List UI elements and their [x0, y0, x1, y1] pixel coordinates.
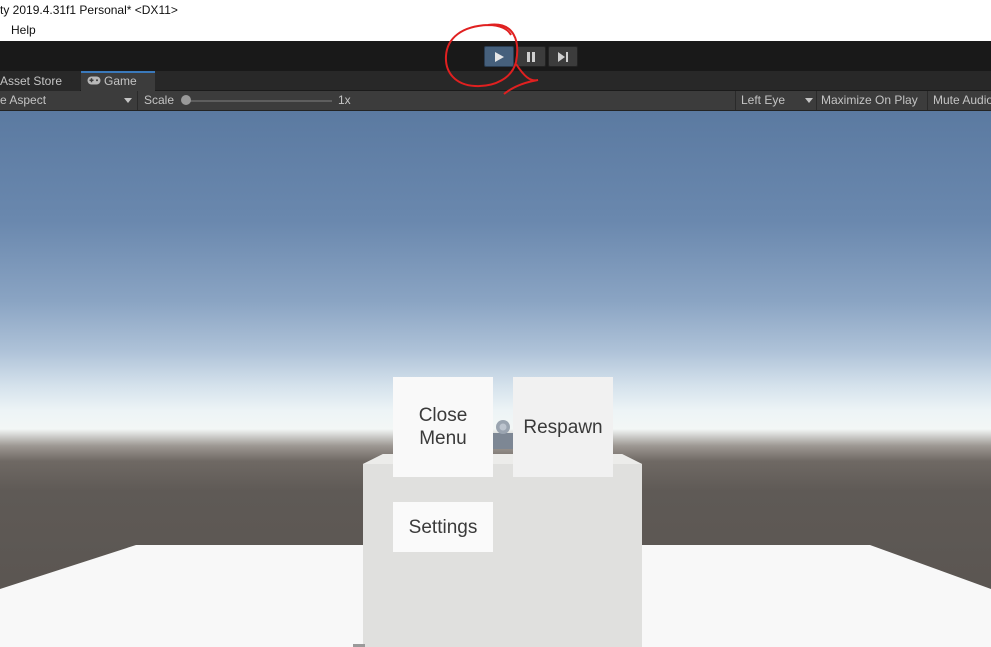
gamepad-icon	[87, 73, 101, 90]
close-menu-button[interactable]: Close Menu	[393, 377, 493, 477]
chevron-down-icon	[805, 98, 813, 103]
eye-value: Left Eye	[741, 93, 786, 107]
scene-geometry	[0, 420, 991, 647]
tab-asset-store[interactable]: Asset Store	[0, 71, 80, 91]
settings-label: Settings	[408, 516, 478, 538]
eye-dropdown[interactable]: Left Eye	[741, 91, 815, 110]
player-head-highlight	[499, 423, 507, 431]
divider	[816, 91, 817, 110]
scale-value: 1x	[338, 93, 351, 107]
title-bar: ty 2019.4.31f1 Personal* <DX11>	[0, 0, 991, 20]
divider	[735, 91, 736, 110]
annotation-circle	[444, 23, 539, 95]
scale-slider-handle[interactable]	[181, 95, 191, 105]
game-view[interactable]: Close Menu Respawn Settings	[0, 111, 991, 647]
chevron-down-icon	[124, 98, 132, 103]
scale-label: Scale	[144, 93, 175, 107]
scale-slider-track[interactable]	[186, 100, 332, 102]
menu-help[interactable]: Help	[11, 20, 36, 41]
divider	[137, 91, 138, 110]
player-body	[493, 433, 513, 449]
aspect-value: e Aspect	[0, 93, 47, 107]
step-icon	[558, 51, 568, 62]
maximize-on-play-toggle[interactable]: Maximize On Play	[821, 91, 918, 110]
tab-asset-store-label: Asset Store	[0, 74, 63, 88]
tab-game-label: Game	[104, 74, 137, 88]
aspect-dropdown[interactable]: e Aspect	[0, 91, 137, 110]
unity-editor-window: ty 2019.4.31f1 Personal* <DX11> Help Ass…	[0, 0, 991, 647]
divider	[927, 91, 928, 110]
mute-audio-toggle[interactable]: Mute Audio	[933, 91, 991, 110]
tab-game[interactable]: Game	[81, 71, 155, 91]
settings-button[interactable]: Settings	[393, 502, 493, 552]
step-button[interactable]	[548, 46, 578, 67]
window-title: ty 2019.4.31f1 Personal* <DX11>	[0, 3, 178, 17]
respawn-button[interactable]: Respawn	[513, 377, 613, 477]
respawn-label: Respawn	[523, 416, 603, 438]
close-menu-label: Close Menu	[418, 405, 468, 449]
